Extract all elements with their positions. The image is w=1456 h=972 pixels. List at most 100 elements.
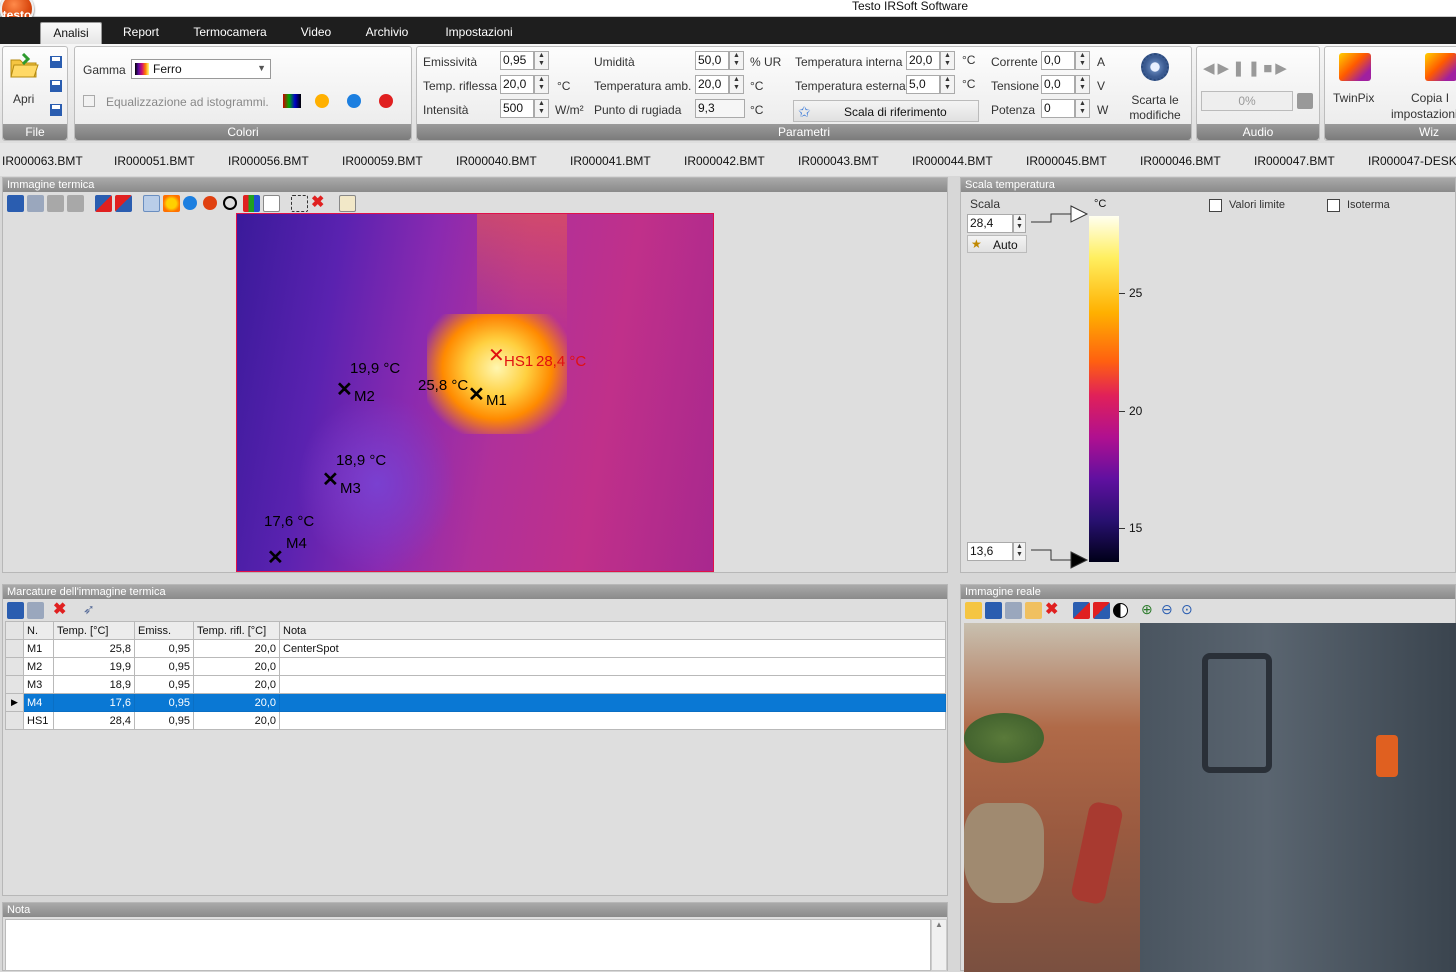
- row-pointer-icon[interactable]: ▶: [5, 693, 24, 712]
- delete-icon[interactable]: ✖: [53, 601, 70, 618]
- spin-arrows-icon[interactable]: ▲ ▼: [729, 75, 744, 94]
- amb-temp-input[interactable]: 20,0 ▲ ▼: [695, 75, 744, 94]
- cell-refl[interactable]: 20,0: [193, 693, 280, 712]
- open-folder-icon[interactable]: [9, 52, 39, 79]
- histogram-icon[interactable]: [243, 195, 260, 212]
- row-header[interactable]: [5, 675, 24, 694]
- save-as-icon[interactable]: [49, 79, 63, 93]
- gamma-select[interactable]: Ferro ▼: [131, 59, 271, 79]
- cell-temp[interactable]: 28,4: [53, 711, 135, 730]
- tab-impostazioni[interactable]: Impostazioni: [434, 22, 524, 44]
- spin-arrows-icon[interactable]: ▲ ▼: [534, 99, 549, 118]
- save-all-icon[interactable]: [49, 103, 63, 117]
- twinpix-label[interactable]: TwinPix: [1333, 91, 1374, 105]
- file-item[interactable]: IR000043.BMT: [798, 154, 879, 168]
- spin-arrows-icon[interactable]: ▲ ▼: [1013, 214, 1026, 233]
- file-item[interactable]: IR000047.BMT: [1254, 154, 1335, 168]
- cell-refl[interactable]: 20,0: [193, 657, 280, 676]
- delete-icon[interactable]: ✖: [1045, 601, 1062, 618]
- cut-icon[interactable]: [47, 195, 64, 212]
- cell-note[interactable]: [279, 657, 946, 676]
- spin-arrows-icon[interactable]: ▲ ▼: [1013, 542, 1026, 561]
- tab-analisi[interactable]: Analisi: [40, 22, 102, 44]
- twinpix-icon[interactable]: [1339, 53, 1371, 81]
- open-icon[interactable]: [965, 602, 982, 619]
- thermometer-icon[interactable]: [143, 195, 160, 212]
- file-item[interactable]: IR000059.BMT: [342, 154, 423, 168]
- cell-emiss[interactable]: 0,95: [134, 657, 194, 676]
- table-row[interactable]: M1 25,8 0,95 20,0 CenterSpot: [5, 639, 946, 658]
- pause-icon[interactable]: ❚❚: [1232, 60, 1263, 77]
- file-item[interactable]: IR000045.BMT: [1026, 154, 1107, 168]
- column-header[interactable]: N.: [23, 621, 54, 640]
- column-header[interactable]: Emiss.: [134, 621, 194, 640]
- m3-cross-icon[interactable]: ✕: [322, 470, 339, 490]
- save-icon[interactable]: [7, 602, 24, 619]
- spin-arrows-icon[interactable]: ▲ ▼: [940, 51, 955, 70]
- file-item[interactable]: IR000046.BMT: [1140, 154, 1221, 168]
- zoom-fit-icon[interactable]: ⊙: [1181, 601, 1198, 618]
- real-photo[interactable]: [964, 623, 1456, 972]
- min-slider-handle[interactable]: [1070, 551, 1089, 569]
- rotate-icon[interactable]: [95, 195, 112, 212]
- save-audio-icon[interactable]: [1297, 93, 1313, 109]
- red-dot-icon[interactable]: [379, 94, 393, 108]
- open-button-label[interactable]: Apri: [13, 92, 34, 106]
- column-header[interactable]: Temp. rifl. [°C]: [193, 621, 280, 640]
- equalize-checkbox[interactable]: [83, 95, 95, 107]
- blue-dot-icon[interactable]: [347, 94, 361, 108]
- table-row[interactable]: HS1 28,4 0,95 20,0: [5, 711, 946, 730]
- cell-temp[interactable]: 18,9: [53, 675, 135, 694]
- play-icon[interactable]: ▶: [1218, 60, 1233, 77]
- tab-termocamera[interactable]: Termocamera: [186, 22, 274, 44]
- measure-point-icon[interactable]: [203, 196, 217, 210]
- profile-icon[interactable]: [263, 195, 280, 212]
- discard-changes-button[interactable]: Scarta le modifiche: [1125, 51, 1185, 123]
- isotherm-checkbox[interactable]: [1327, 199, 1340, 212]
- flip-icon[interactable]: [115, 195, 132, 212]
- cell-n[interactable]: HS1: [23, 711, 54, 730]
- m1-cross-icon[interactable]: ✕: [468, 385, 485, 405]
- refl-temp-input[interactable]: 20,0 ▲ ▼: [500, 75, 549, 94]
- intensity-input[interactable]: 500 ▲ ▼: [500, 99, 549, 118]
- table-row[interactable]: M2 19,9 0,95 20,0: [5, 657, 946, 676]
- cell-refl[interactable]: 20,0: [193, 711, 280, 730]
- cell-emiss[interactable]: 0,95: [134, 693, 194, 712]
- cell-emiss[interactable]: 0,95: [134, 675, 194, 694]
- copy-icon[interactable]: [1005, 602, 1022, 619]
- copy-settings-label-1[interactable]: Copia I: [1411, 91, 1449, 105]
- spin-arrows-icon[interactable]: ▲ ▼: [940, 75, 955, 94]
- file-item[interactable]: IR000047-DESKT: [1368, 154, 1456, 168]
- row-header[interactable]: [5, 639, 24, 658]
- save-icon[interactable]: [7, 195, 24, 212]
- flip-icon[interactable]: [1093, 602, 1110, 619]
- spin-arrows-icon[interactable]: ▲ ▼: [534, 51, 549, 70]
- file-item[interactable]: IR000042.BMT: [684, 154, 765, 168]
- cell-emiss[interactable]: 0,95: [134, 711, 194, 730]
- spin-arrows-icon[interactable]: ▲ ▼: [729, 51, 744, 70]
- note-textarea[interactable]: [5, 919, 931, 971]
- cell-note[interactable]: [279, 675, 946, 694]
- cell-n[interactable]: M2: [23, 657, 54, 676]
- stop-icon[interactable]: ■: [1263, 60, 1275, 77]
- cell-note[interactable]: [279, 693, 946, 712]
- rotate-icon[interactable]: [1073, 602, 1090, 619]
- scale-max-input[interactable]: 28,4 ▲ ▼: [967, 214, 1026, 233]
- save-icon[interactable]: [985, 602, 1002, 619]
- table-row-selected[interactable]: ▶ M4 17,6 0,95 20,0: [5, 693, 946, 712]
- select-area-icon[interactable]: [291, 195, 308, 212]
- file-item[interactable]: IR000041.BMT: [570, 154, 651, 168]
- paste-icon[interactable]: [1025, 602, 1042, 619]
- zoom-in-icon[interactable]: ⊕: [1141, 601, 1158, 618]
- file-item[interactable]: IR000044.BMT: [912, 154, 993, 168]
- tab-video[interactable]: Video: [290, 22, 342, 44]
- pointer-icon[interactable]: ➶: [83, 601, 100, 618]
- internal-temp-input[interactable]: 20,0 ▲ ▼: [906, 51, 955, 70]
- cell-n[interactable]: M1: [23, 639, 54, 658]
- file-item[interactable]: IR000056.BMT: [228, 154, 309, 168]
- cell-n[interactable]: M3: [23, 675, 54, 694]
- spin-arrows-icon[interactable]: ▲ ▼: [1075, 99, 1090, 118]
- column-header[interactable]: Nota: [279, 621, 946, 640]
- current-input[interactable]: 0,0 ▲ ▼: [1041, 51, 1090, 70]
- zoom-out-icon[interactable]: ⊖: [1161, 601, 1178, 618]
